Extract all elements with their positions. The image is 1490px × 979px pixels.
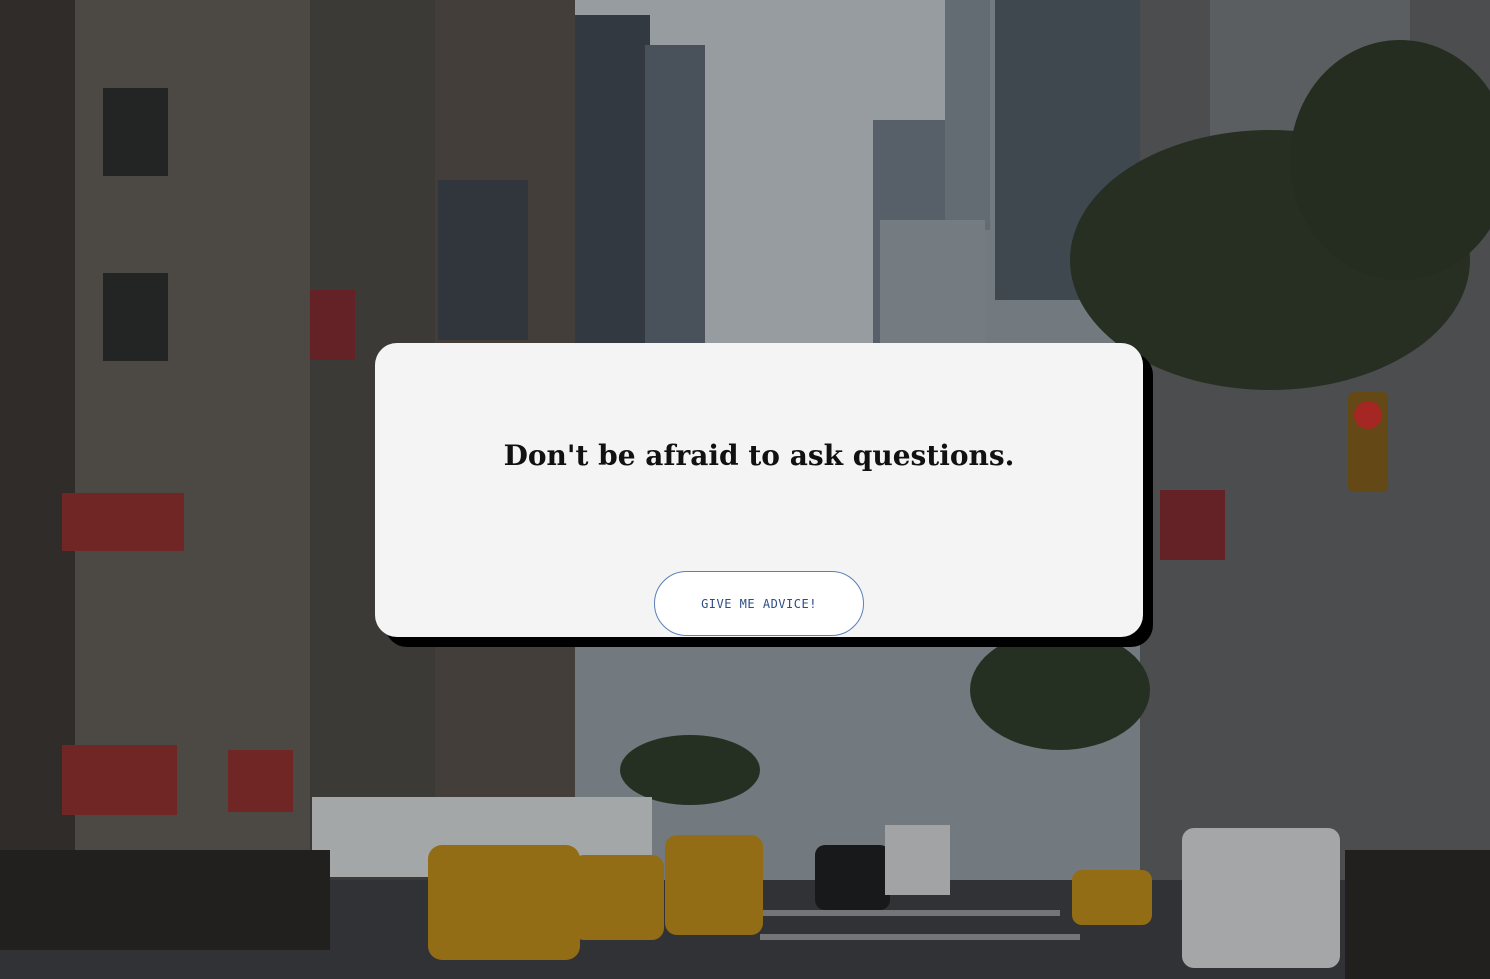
advice-card: Don't be afraid to ask questions. GIVE M…	[375, 343, 1143, 637]
give-advice-button[interactable]: GIVE ME ADVICE!	[654, 571, 864, 636]
advice-text: Don't be afraid to ask questions.	[503, 439, 1015, 472]
